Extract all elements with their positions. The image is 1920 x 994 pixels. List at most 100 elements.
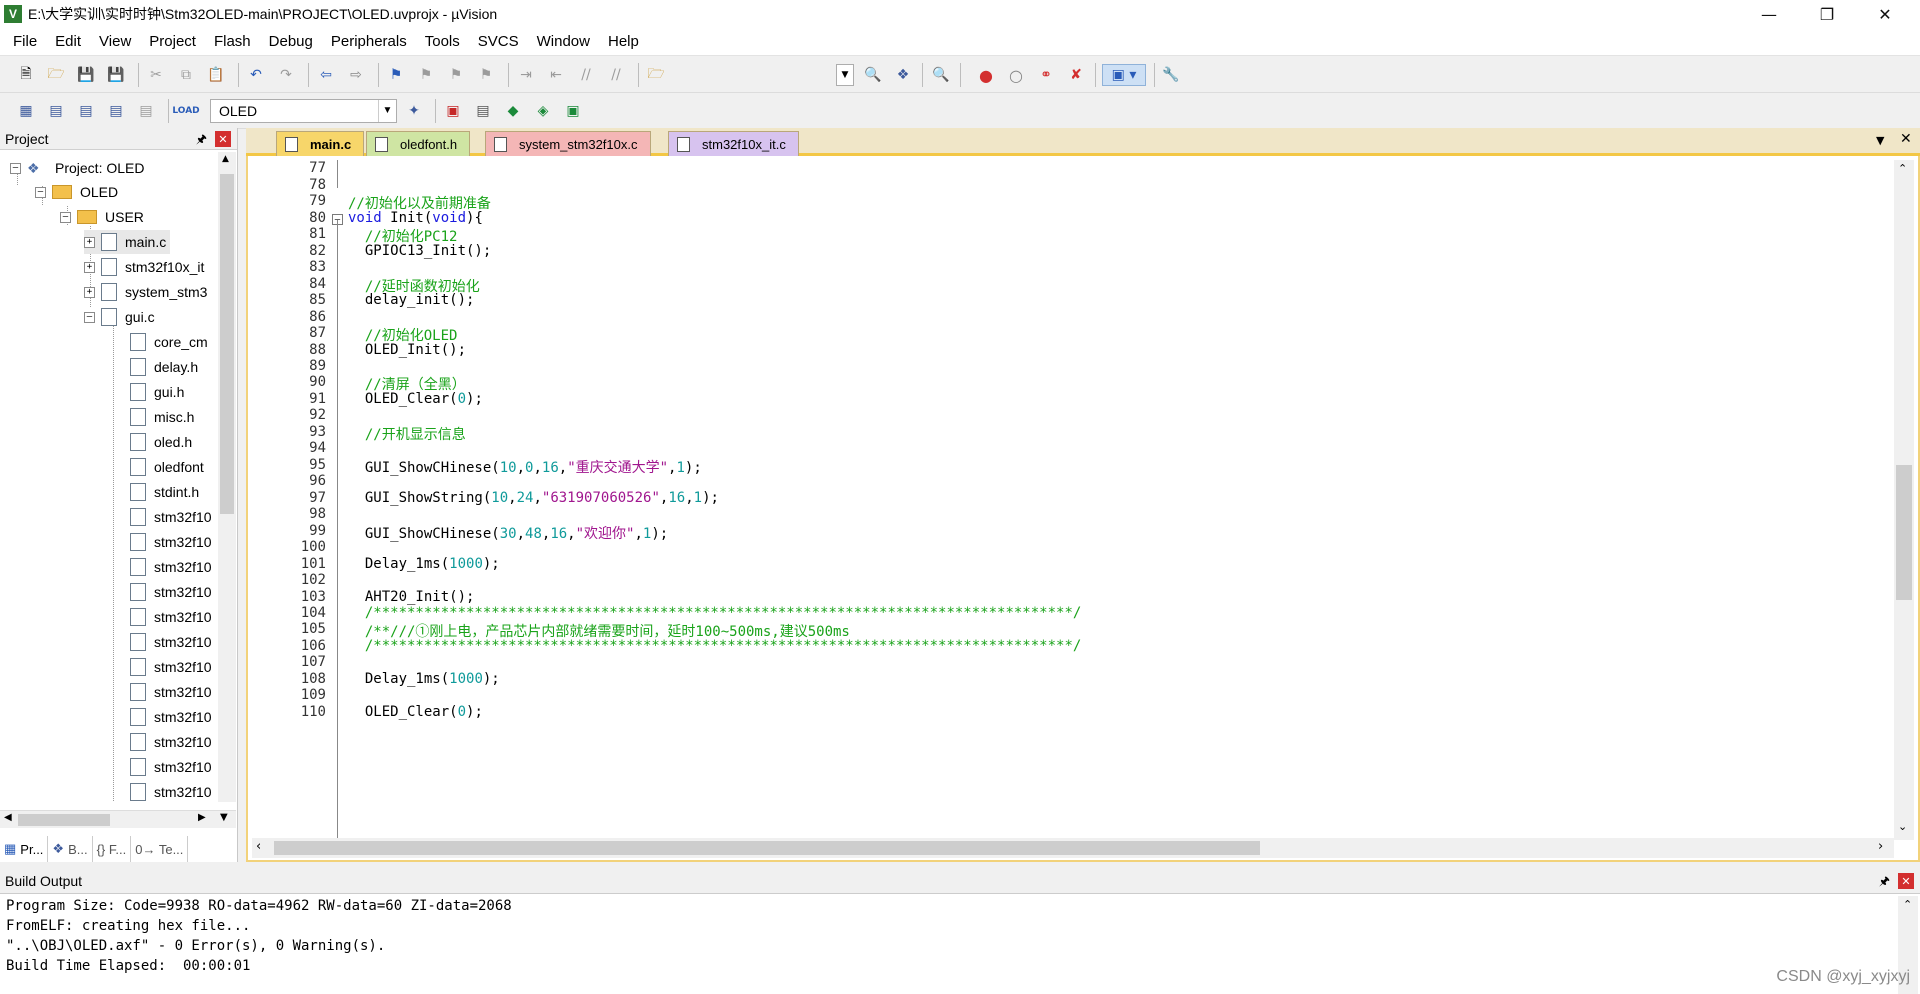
tree-header-file[interactable]: oledfont — [130, 455, 204, 479]
scroll-down-icon[interactable]: ▼ — [220, 812, 228, 823]
open-folder-icon[interactable]: 🗁 — [45, 64, 67, 86]
scroll-thumb[interactable] — [1896, 465, 1912, 600]
redo-icon[interactable]: ↷ — [275, 64, 297, 86]
nav-back-icon[interactable]: ⇦ — [315, 64, 337, 86]
find-in-files-icon[interactable]: 🗁 — [645, 64, 667, 86]
save-all-icon[interactable]: 💾 — [105, 64, 127, 86]
tree-project-root[interactable]: – ❖ Project: OLED — [10, 156, 144, 180]
tree-header-file[interactable]: stm32f10 — [130, 630, 212, 654]
tab-list-dropdown-icon[interactable]: ▼ — [1876, 134, 1884, 147]
paste-icon[interactable]: 📋 — [205, 64, 227, 86]
tree-horizontal-scrollbar[interactable]: ◀ ▶ ▼ — [0, 810, 236, 828]
tree-header-file[interactable]: delay.h — [130, 355, 198, 379]
close-button[interactable]: ✕ — [1856, 0, 1914, 28]
save-icon[interactable]: 💾 — [75, 64, 97, 86]
tree-header-file[interactable]: stm32f10 — [130, 530, 212, 554]
tree-file-it[interactable]: + stm32f10x_it — [84, 255, 204, 279]
tree-header-file[interactable]: stm32f10 — [130, 580, 212, 604]
undo-icon[interactable]: ↶ — [245, 64, 267, 86]
tab-main-c[interactable]: main.c — [276, 131, 365, 156]
expand-icon[interactable]: + — [84, 286, 95, 298]
scroll-up-icon[interactable]: ⌃ — [1903, 898, 1912, 911]
stop-build-icon[interactable]: ▤ — [135, 100, 157, 122]
tree-header-file[interactable]: gui.h — [130, 380, 184, 404]
scroll-down-icon[interactable]: ⌄ — [1898, 820, 1907, 833]
manage-components-icon[interactable]: ▣ — [442, 100, 464, 122]
target-options-icon[interactable]: ✦ — [403, 100, 425, 122]
tree-file-gui-c[interactable]: – gui.c — [84, 305, 155, 329]
tab-system-stm32f10x-c[interactable]: system_stm32f10x.c — [485, 131, 651, 156]
disable-breakpoints-icon[interactable]: ⚭ — [1035, 64, 1057, 86]
tab-stm32f10x-it-c[interactable]: stm32f10x_it.c — [668, 131, 799, 156]
multi-project-icon[interactable]: ▣ — [562, 100, 584, 122]
tree-header-file[interactable]: stm32f10 — [130, 555, 212, 579]
run-time-env-icon[interactable]: ◈ — [532, 100, 554, 122]
cut-icon[interactable]: ✂ — [145, 64, 167, 86]
expand-icon[interactable]: + — [84, 261, 95, 273]
menu-peripherals[interactable]: Peripherals — [322, 28, 416, 56]
menu-file[interactable]: File — [4, 28, 46, 56]
enable-breakpoint-icon[interactable]: ○ — [1005, 64, 1027, 86]
tree-header-file[interactable]: stdint.h — [130, 480, 199, 504]
scroll-left-icon[interactable]: ◀ — [4, 812, 12, 823]
tree-header-file[interactable]: stm32f10 — [130, 680, 212, 704]
tab-books[interactable]: ❖ B... — [48, 836, 93, 862]
tree-header-file[interactable]: stm32f10 — [130, 755, 212, 779]
incremental-find-icon[interactable]: 🔍 — [862, 64, 884, 86]
select-packs-icon[interactable]: ▤ — [472, 100, 494, 122]
menu-edit[interactable]: Edit — [46, 28, 90, 56]
menu-help[interactable]: Help — [599, 28, 648, 56]
window-layout-icon[interactable]: ▣ ▾ — [1102, 64, 1146, 86]
nav-forward-icon[interactable]: ⇨ — [345, 64, 367, 86]
tab-functions[interactable]: {} F... — [93, 836, 132, 862]
start-debug-icon[interactable]: 🔍 — [930, 64, 952, 86]
editor-horizontal-scrollbar[interactable]: ‹ › — [252, 838, 1894, 858]
pin-icon[interactable]: 🖈 — [1879, 868, 1890, 894]
scroll-left-icon[interactable]: ‹ — [256, 839, 261, 854]
scroll-up-icon[interactable]: ▲ — [222, 154, 229, 164]
close-tab-icon[interactable]: ✕ — [1900, 131, 1912, 147]
tab-project[interactable]: ▦ Pr... — [0, 836, 49, 862]
target-select[interactable]: OLED ▼ — [210, 99, 397, 123]
rebuild-icon[interactable]: ▤ — [75, 100, 97, 122]
tree-vertical-scrollbar[interactable]: ▲ — [218, 152, 236, 802]
pack-installer-icon[interactable]: ◆ — [502, 100, 524, 122]
scroll-thumb[interactable] — [274, 841, 1260, 855]
tree-target-oled[interactable]: – OLED — [35, 180, 118, 204]
tree-file-main-c[interactable]: + main.c — [84, 230, 171, 254]
tree-header-file[interactable]: oled.h — [130, 430, 192, 454]
translate-icon[interactable]: ▦ — [15, 100, 37, 122]
browse-icon[interactable]: ❖ — [892, 64, 914, 86]
tab-oledfont-h[interactable]: oledfont.h — [366, 131, 471, 156]
collapse-icon[interactable]: – — [35, 186, 46, 198]
menu-project[interactable]: Project — [140, 28, 205, 56]
pin-icon[interactable]: 🖈 — [196, 128, 207, 150]
menu-debug[interactable]: Debug — [260, 28, 322, 56]
scroll-up-icon[interactable]: ⌃ — [1898, 162, 1907, 175]
scroll-right-icon[interactable]: › — [1878, 839, 1883, 854]
new-file-icon[interactable]: 🗎 — [15, 64, 37, 86]
tree-header-file[interactable]: misc.h — [130, 405, 194, 429]
collapse-icon[interactable]: – — [60, 211, 71, 223]
scroll-right-icon[interactable]: ▶ — [198, 812, 206, 823]
uncomment-icon[interactable]: // — [605, 64, 627, 86]
menu-window[interactable]: Window — [528, 28, 599, 56]
clear-bookmarks-icon[interactable]: ⚑ — [475, 64, 497, 86]
indent-icon[interactable]: ⇥ — [515, 64, 537, 86]
tree-header-file[interactable]: stm32f10 — [130, 505, 212, 529]
kill-breakpoints-icon[interactable]: ✘ — [1065, 64, 1087, 86]
insert-breakpoint-icon[interactable]: ● — [975, 64, 997, 86]
prev-bookmark-icon[interactable]: ⚑ — [415, 64, 437, 86]
tree-header-file[interactable]: stm32f10 — [130, 705, 212, 729]
tree-header-file[interactable]: stm32f10 — [130, 780, 212, 802]
code-line[interactable]: 110 OLED_Clear(0); — [252, 704, 1892, 724]
build-icon[interactable]: ▤ — [45, 100, 67, 122]
close-panel-icon[interactable]: ✕ — [1898, 873, 1914, 889]
menu-view[interactable]: View — [90, 28, 140, 56]
code-area[interactable]: 777879//初始化以及前期准备80void Init(void){–81 /… — [252, 160, 1892, 840]
tree-header-file[interactable]: stm32f10 — [130, 655, 212, 679]
scroll-thumb[interactable] — [220, 174, 234, 514]
load-download-icon[interactable]: LOAD — [172, 100, 199, 122]
menu-flash[interactable]: Flash — [205, 28, 260, 56]
configure-icon[interactable]: 🔧 — [1160, 64, 1182, 86]
